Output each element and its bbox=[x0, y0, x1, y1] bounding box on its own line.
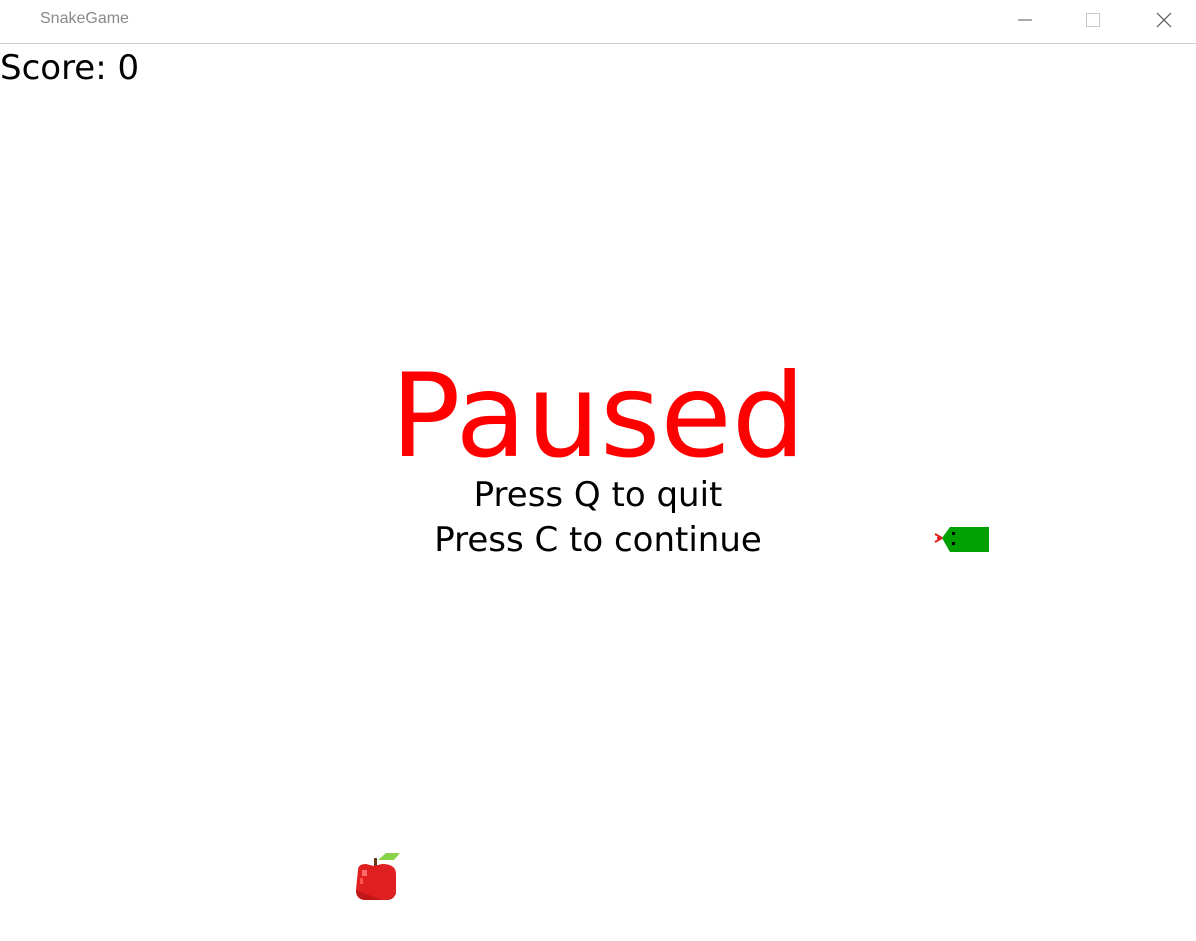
quit-instruction: Press Q to quit bbox=[473, 475, 723, 515]
continue-instruction: Press C to continue bbox=[434, 520, 762, 560]
apple-icon bbox=[356, 853, 400, 900]
game-window: SnakeGame Score: 0 Paused Press Q to qui… bbox=[0, 0, 1196, 941]
close-icon bbox=[1156, 12, 1172, 28]
close-button[interactable] bbox=[1141, 0, 1187, 40]
game-canvas[interactable]: Score: 0 Paused Press Q to quit Press C … bbox=[0, 44, 1196, 941]
maximize-icon bbox=[1086, 13, 1100, 27]
minimize-button[interactable] bbox=[1002, 0, 1048, 40]
snake-head-icon bbox=[934, 527, 989, 552]
title-bar[interactable]: SnakeGame bbox=[0, 0, 1196, 44]
score-label: Score: 0 bbox=[0, 48, 140, 88]
maximize-button[interactable] bbox=[1070, 0, 1116, 40]
minimize-icon bbox=[1018, 19, 1032, 21]
window-title: SnakeGame bbox=[40, 10, 129, 27]
paused-title: Paused bbox=[390, 349, 806, 484]
